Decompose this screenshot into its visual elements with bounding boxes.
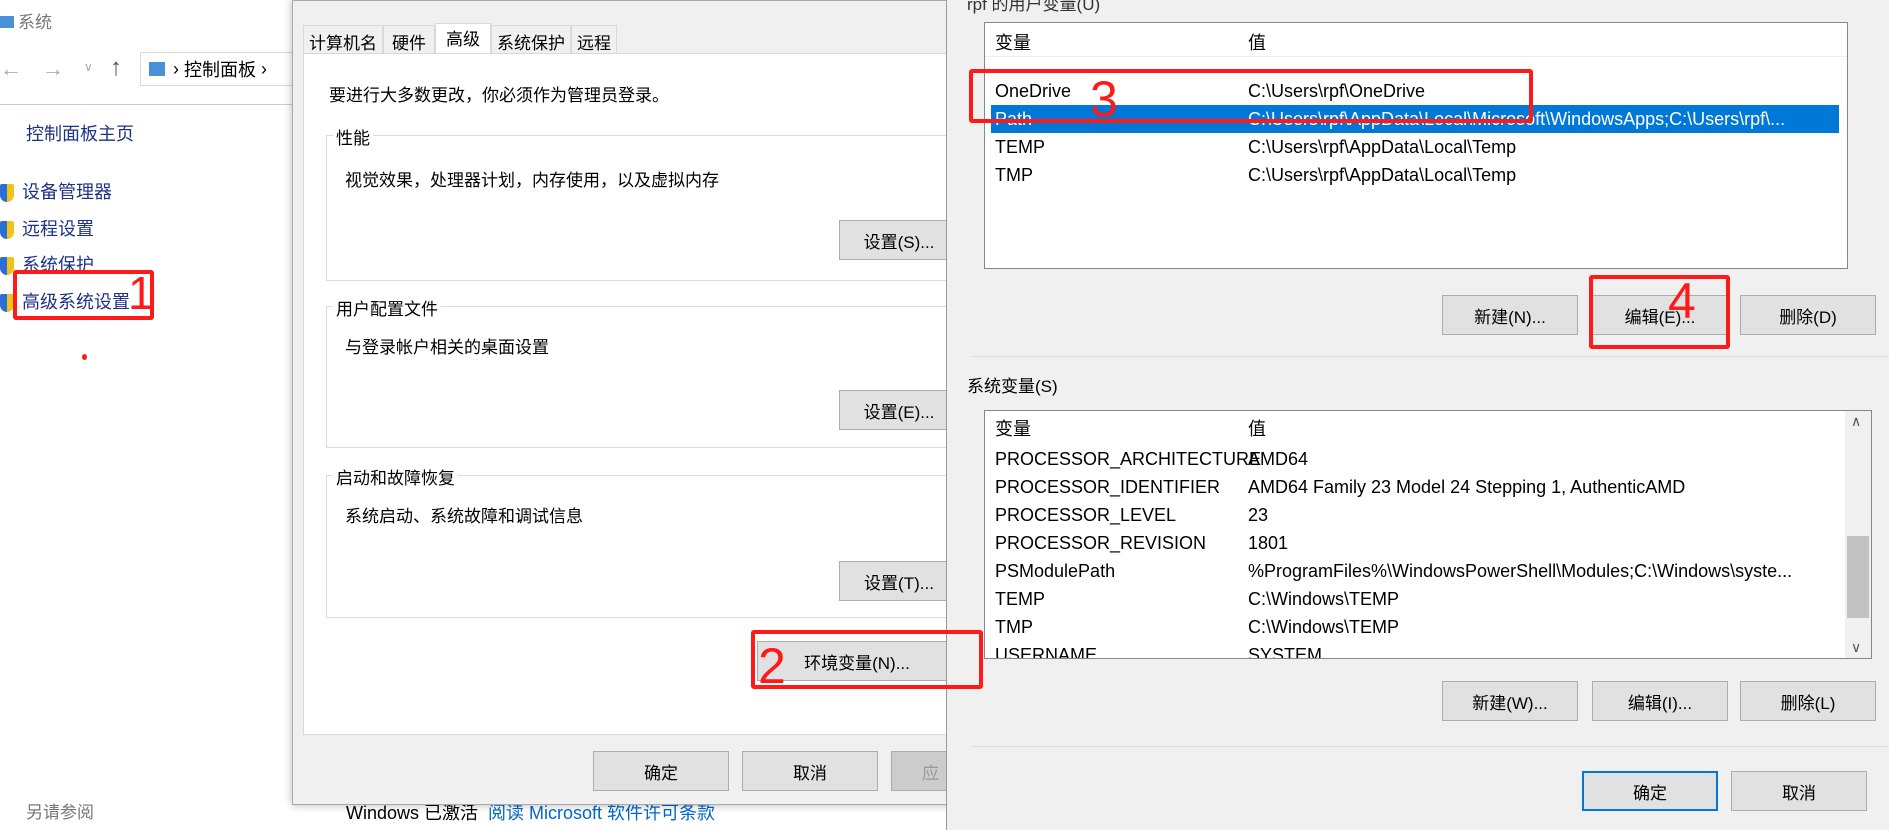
variable-value: 1801 bbox=[1248, 532, 1289, 553]
annotation-number-3: 3 bbox=[1090, 71, 1118, 127]
user-vars-label: rpf 的用户变量(U) bbox=[967, 0, 1101, 14]
back-button[interactable]: ← bbox=[0, 56, 22, 82]
divider bbox=[971, 746, 1889, 747]
variable-value: AMD64 Family 23 Model 24 Stepping 1, Aut… bbox=[1248, 476, 1686, 497]
shield-icon bbox=[0, 257, 14, 276]
environment-variables-dialog: rpf 的用户变量(U) 变量 值 OneDrive C:\Users\rpf\O… bbox=[946, 0, 1889, 830]
column-header-variable[interactable]: 变量 bbox=[995, 415, 1031, 441]
variable-value: %ProgramFiles%\WindowsPowerShell\Modules… bbox=[1248, 560, 1793, 581]
column-header-variable[interactable]: 变量 bbox=[995, 29, 1031, 55]
table-row[interactable]: TMP C:\Windows\TEMP bbox=[985, 613, 1843, 641]
see-also-label: 另请参阅 bbox=[26, 803, 94, 822]
recent-dropdown-icon[interactable]: ∨ bbox=[84, 60, 93, 74]
column-header-value[interactable]: 值 bbox=[1248, 415, 1266, 441]
variable-value: 23 bbox=[1248, 504, 1269, 525]
performance-settings-button[interactable]: 设置(S)... bbox=[839, 220, 959, 260]
user-profiles-group: 用户配置文件 与登录帐户相关的桌面设置 设置(E)... bbox=[326, 295, 966, 448]
annotation-number-4: 4 bbox=[1668, 273, 1696, 329]
group-title: 性能 bbox=[333, 124, 373, 149]
group-desc: 系统启动、系统故障和调试信息 bbox=[345, 507, 583, 526]
variable-name: PSModulePath bbox=[995, 560, 1116, 581]
startup-settings-button[interactable]: 设置(T)... bbox=[839, 561, 959, 601]
window-title: 系统 bbox=[0, 8, 52, 33]
startup-recovery-group: 启动和故障恢复 系统启动、系统故障和调试信息 设置(T)... bbox=[326, 464, 966, 618]
scroll-down-icon[interactable]: ∨ bbox=[1851, 639, 1861, 656]
variable-name: TMP bbox=[995, 616, 1033, 637]
shield-icon bbox=[0, 293, 14, 312]
variable-name: PROCESSOR_IDENTIFIER bbox=[995, 476, 1221, 497]
divider bbox=[0, 104, 292, 105]
table-row[interactable]: TMP C:\Users\rpf\AppData\Local\Temp bbox=[985, 161, 1847, 189]
variable-value: C:\Windows\TEMP bbox=[1248, 588, 1400, 609]
scrollbar-thumb[interactable] bbox=[1847, 536, 1869, 618]
cancel-button[interactable]: 取消 bbox=[742, 751, 878, 791]
variable-value: SYSTEM bbox=[1248, 644, 1323, 659]
admin-note: 要进行大多数更改，你必须作为管理员登录。 bbox=[329, 86, 669, 105]
profile-settings-button[interactable]: 设置(E)... bbox=[839, 390, 959, 430]
sidebar-item-remote[interactable]: 远程设置 bbox=[0, 211, 130, 248]
table-row[interactable]: PROCESSOR_ARCHITECTURE AMD64 bbox=[985, 445, 1843, 473]
group-desc: 视觉效果，处理器计划，内存使用，以及虚拟内存 bbox=[345, 171, 719, 190]
divider bbox=[971, 356, 1889, 357]
table-row[interactable]: PROCESSOR_IDENTIFIER AMD64 Family 23 Mode… bbox=[985, 473, 1843, 501]
annotation-dot bbox=[82, 354, 87, 360]
annotation-box-3 bbox=[969, 69, 1533, 123]
scrollbar[interactable]: ∧ ∨ bbox=[1845, 411, 1871, 658]
scroll-up-icon[interactable]: ∧ bbox=[1851, 413, 1861, 430]
user-new-button[interactable]: 新建(N)... bbox=[1442, 295, 1578, 335]
shield-icon bbox=[0, 184, 14, 203]
table-row[interactable]: PROCESSOR_REVISION 1801 bbox=[985, 529, 1843, 557]
table-row[interactable]: TEMP C:\Windows\TEMP bbox=[985, 585, 1843, 613]
variable-value: AMD64 bbox=[1248, 448, 1309, 469]
env-cancel-button[interactable]: 取消 bbox=[1731, 771, 1867, 811]
system-vars-list[interactable]: 变量 值 PROCESSOR_ARCHITECTURE AMD64 PROCESSO… bbox=[984, 410, 1872, 659]
table-row[interactable]: PROCESSOR_LEVEL 23 bbox=[985, 501, 1843, 529]
up-button[interactable]: ↑ bbox=[110, 54, 122, 82]
annotation-number-1: 1 bbox=[128, 267, 154, 319]
performance-group: 性能 视觉效果，处理器计划，内存使用，以及虚拟内存 设置(S)... bbox=[326, 124, 966, 281]
user-delete-button[interactable]: 删除(D) bbox=[1740, 295, 1876, 335]
variable-name: PROCESSOR_LEVEL bbox=[995, 504, 1177, 525]
group-title: 启动和故障恢复 bbox=[333, 464, 458, 489]
variable-name: PROCESSOR_REVISION bbox=[995, 532, 1207, 553]
license-link[interactable]: 阅读 Microsoft 软件许可条款 bbox=[488, 803, 715, 823]
variable-value: C:\Windows\TEMP bbox=[1248, 616, 1400, 637]
forward-button[interactable]: → bbox=[42, 56, 64, 82]
list-header: 变量 值 bbox=[985, 413, 1843, 443]
system-vars-label: 系统变量(S) bbox=[967, 377, 1058, 396]
system-edit-button[interactable]: 编辑(I)... bbox=[1592, 681, 1728, 721]
column-header-value[interactable]: 值 bbox=[1248, 29, 1266, 55]
variable-name: PROCESSOR_ARCHITECTURE bbox=[995, 448, 1262, 469]
ok-button[interactable]: 确定 bbox=[593, 751, 729, 791]
system-new-button[interactable]: 新建(W)... bbox=[1442, 681, 1578, 721]
address-bar[interactable]: › 控制面板 › bbox=[140, 52, 295, 86]
system-delete-button[interactable]: 删除(L) bbox=[1740, 681, 1876, 721]
table-row[interactable]: TEMP C:\Users\rpf\AppData\Local\Temp bbox=[985, 133, 1847, 161]
computer-icon bbox=[0, 16, 14, 28]
list-header: 变量 值 bbox=[985, 27, 1847, 57]
group-desc: 与登录帐户相关的桌面设置 bbox=[345, 338, 549, 357]
variable-name: TEMP bbox=[995, 588, 1046, 609]
variable-name: USERNAME bbox=[995, 644, 1098, 659]
env-ok-button[interactable]: 确定 bbox=[1582, 771, 1718, 811]
control-panel-home-link[interactable]: 控制面板主页 bbox=[26, 120, 134, 146]
table-row[interactable]: USERNAME SYSTEM bbox=[985, 641, 1843, 659]
computer-icon bbox=[149, 62, 165, 76]
shield-icon bbox=[0, 220, 14, 239]
user-vars-list[interactable]: 变量 值 OneDrive C:\Users\rpf\OneDrive Path C… bbox=[984, 22, 1848, 269]
group-title: 用户配置文件 bbox=[333, 295, 441, 320]
table-row[interactable]: PSModulePath %ProgramFiles%\WindowsPowerS… bbox=[985, 557, 1843, 585]
annotation-number-2: 2 bbox=[758, 638, 786, 694]
annotation-box-4 bbox=[1589, 275, 1730, 349]
sidebar-item-device-manager[interactable]: 设备管理器 bbox=[0, 174, 130, 211]
